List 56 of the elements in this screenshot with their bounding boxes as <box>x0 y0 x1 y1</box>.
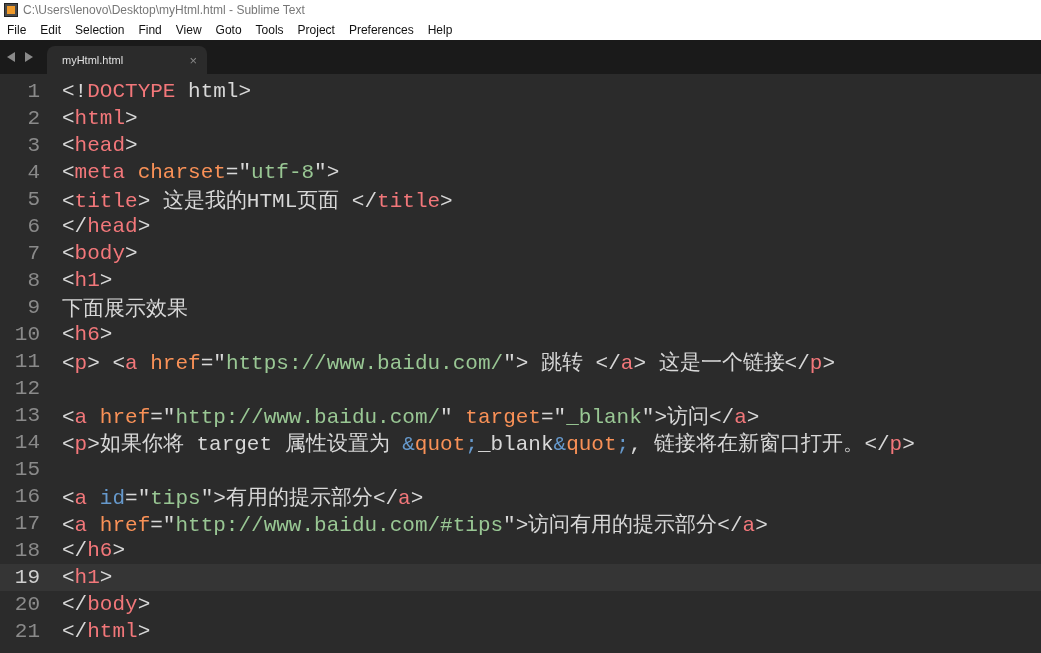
line-number: 7 <box>26 242 40 265</box>
code-line: <html> <box>62 107 138 130</box>
line-number: 4 <box>26 161 40 184</box>
menu-item[interactable]: Goto <box>215 23 242 37</box>
line-number: 11 <box>13 350 40 373</box>
line-number: 15 <box>13 458 40 481</box>
code-line: <p>如果你将 target 属性设置为 &quot;_blank&quot;, 链接将在新窗口打开。</p> <box>62 431 915 457</box>
code-line: <!DOCTYPE html> <box>62 80 252 103</box>
code-line: 下面展示效果 <box>62 296 188 322</box>
app-icon <box>4 3 18 17</box>
menu-item[interactable]: Selection <box>75 23 125 37</box>
line-number: 8 <box>26 269 40 292</box>
code-line: </body> <box>62 593 151 616</box>
line-number: 1 <box>26 80 40 103</box>
menu-item[interactable]: Edit <box>40 23 62 37</box>
code-line: </head> <box>62 215 151 238</box>
code-line: </html> <box>62 620 151 643</box>
line-number: 3 <box>26 134 40 157</box>
code-line: <meta charset="utf-8"> <box>62 161 340 184</box>
menu-item[interactable]: Help <box>427 23 453 37</box>
line-number: 9 <box>26 296 40 319</box>
line-number: 12 <box>13 377 40 400</box>
code-line: <head> <box>62 134 138 157</box>
line-number: 5 <box>26 188 40 211</box>
line-number: 20 <box>13 593 40 616</box>
code-line: <title> 这是我的HTML页面 </title> <box>62 188 453 214</box>
line-number: 21 <box>13 620 40 643</box>
line-number: 17 <box>13 512 40 535</box>
code-line: <a href="http://www.baidu.com/#tips">访问有用的提示部分</a> <box>62 512 768 538</box>
line-number: 14 <box>13 431 40 454</box>
close-tab-button[interactable]: × <box>189 52 197 68</box>
line-number: 2 <box>26 107 40 130</box>
menu-item[interactable]: Project <box>297 23 335 37</box>
line-number: 13 <box>13 404 40 427</box>
file-tab[interactable]: myHtml.html × <box>47 46 207 74</box>
code-line: <h1> <box>62 269 113 292</box>
tab-navigation-arrows-icon[interactable] <box>7 52 33 62</box>
code-line: <p> <a href="https://www.baidu.com/"> 跳转 </a> 这是一个链接</p> <box>62 350 836 376</box>
code-line: </h6> <box>62 539 126 562</box>
menu-item[interactable]: Find <box>138 23 162 37</box>
code-line: <h1> <box>62 566 113 589</box>
line-number: 10 <box>13 323 40 346</box>
code-line: <h6> <box>62 323 113 346</box>
line-number: 18 <box>13 539 40 562</box>
menu-item[interactable]: File <box>7 23 27 37</box>
code-line: <a id="tips">有用的提示部分</a> <box>62 485 424 511</box>
line-number: 16 <box>13 485 40 508</box>
code-line: <body> <box>62 242 138 265</box>
menu-item[interactable]: Preferences <box>348 23 414 37</box>
window-title: C:\Users\lenovo\Desktop\myHtml.html - Sublime Text <box>23 3 305 17</box>
menu-item[interactable]: View <box>175 23 202 37</box>
code-line: <a href="http://www.baidu.com/" target="_blank">访问</a> <box>62 404 760 430</box>
line-number: 6 <box>26 215 40 238</box>
line-number: 19 <box>13 566 40 589</box>
menu-item[interactable]: Tools <box>255 23 284 37</box>
tab-label: myHtml.html <box>62 54 124 66</box>
